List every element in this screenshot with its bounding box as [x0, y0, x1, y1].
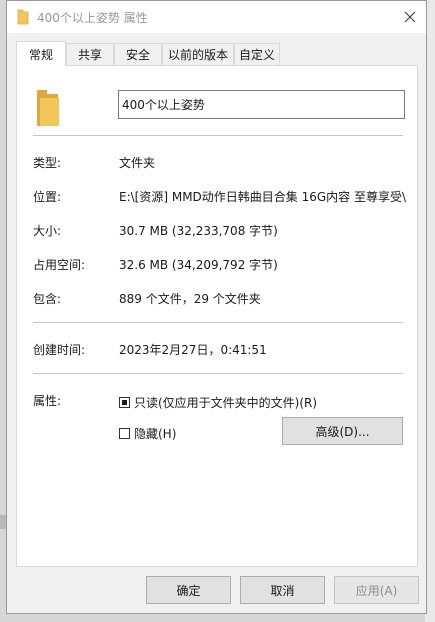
size-label: 大小:: [33, 224, 62, 238]
checkbox-indeterminate: [119, 397, 130, 408]
divider: [33, 322, 403, 323]
folder-name-input[interactable]: [118, 90, 405, 119]
type-value: 文件夹: [119, 156, 156, 170]
window-title: 400个以上姿势 属性: [37, 11, 148, 25]
readonly-checkbox[interactable]: 只读(仅应用于文件夹中的文件)(R): [119, 394, 317, 411]
contains-value: 889 个文件，29 个文件夹: [119, 292, 261, 306]
tab-general[interactable]: 常规: [16, 41, 66, 66]
contains-label: 包含:: [33, 292, 62, 306]
created-label: 创建时间:: [33, 343, 86, 357]
readonly-checkbox-label: 只读(仅应用于文件夹中的文件)(R): [134, 396, 318, 410]
size-on-disk-value: 32.6 MB (34,209,792 字节): [119, 258, 278, 272]
hidden-checkbox[interactable]: 隐藏(H): [119, 425, 176, 442]
created-value: 2023年2月27日，0:41:51: [119, 343, 267, 357]
location-value: E:\[资源] MMD动作日韩曲目合集 16G内容 至尊享受\: [119, 190, 407, 204]
size-on-disk-label: 占用空间:: [33, 258, 86, 272]
cancel-button[interactable]: 取消: [240, 576, 325, 604]
title-bar: 400个以上姿势 属性: [7, 1, 426, 33]
location-label: 位置:: [33, 190, 62, 204]
properties-dialog: 400个以上姿势 属性 常规 共享 安全 以前的版本 自定义 类型: 文件夹 位…: [6, 0, 427, 614]
checkbox-unchecked: [119, 428, 130, 439]
folder-icon: [35, 86, 61, 131]
type-label: 类型:: [33, 156, 62, 170]
general-panel: 类型: 文件夹 位置: E:\[资源] MMD动作日韩曲目合集 16G内容 至尊…: [16, 65, 418, 567]
size-value: 30.7 MB (32,233,708 字节): [119, 224, 278, 238]
apply-button[interactable]: 应用(A): [334, 576, 419, 604]
folder-icon: [17, 9, 29, 28]
divider: [33, 373, 403, 374]
tab-security[interactable]: 安全: [114, 43, 162, 65]
close-icon: [404, 11, 416, 23]
ok-button[interactable]: 确定: [146, 576, 231, 604]
tab-previous-versions[interactable]: 以前的版本: [162, 43, 234, 65]
tab-sharing[interactable]: 共享: [66, 43, 114, 65]
divider: [33, 135, 403, 136]
tab-customize[interactable]: 自定义: [234, 43, 280, 65]
advanced-button[interactable]: 高级(D)...: [282, 417, 403, 445]
hidden-checkbox-label: 隐藏(H): [134, 427, 177, 441]
close-button[interactable]: [394, 1, 426, 33]
attributes-label: 属性:: [33, 394, 62, 408]
